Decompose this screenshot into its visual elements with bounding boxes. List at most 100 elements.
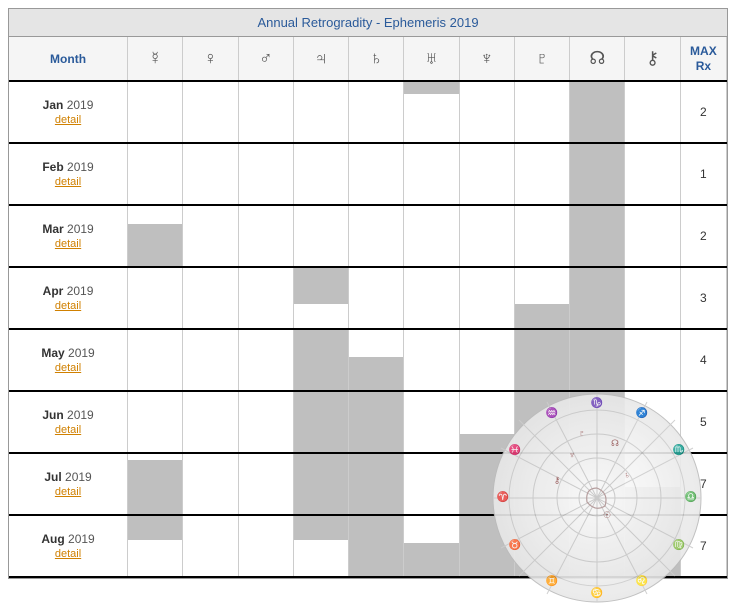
cell-feb-saturn — [349, 143, 404, 205]
month-cell-mar: Mar 2019 detail — [9, 205, 128, 267]
cell-mar-venus — [183, 205, 238, 267]
detail-link[interactable]: detail — [9, 114, 127, 126]
cell-feb-mars — [238, 143, 293, 205]
cell-jul-pluto — [514, 453, 569, 515]
cell-feb-venus — [183, 143, 238, 205]
cell-jul-neptune — [459, 453, 514, 515]
max-cell: 2 — [680, 81, 726, 143]
cell-feb-chiron — [625, 143, 680, 205]
cell-may-mercury — [128, 329, 183, 391]
cell-may-chiron — [625, 329, 680, 391]
neptune-icon: ♆ — [459, 37, 514, 81]
table-row: Feb 2019 detail 1 — [9, 143, 727, 205]
cell-aug-jupiter — [293, 515, 348, 577]
cell-jun-mars — [238, 391, 293, 453]
cell-apr-saturn — [349, 267, 404, 329]
cell-mar-pluto — [514, 205, 569, 267]
cell-aug-venus — [183, 515, 238, 577]
cell-aug-uranus — [404, 515, 459, 577]
cell-jun-venus — [183, 391, 238, 453]
month-cell-aug: Aug 2019 detail — [9, 515, 128, 577]
cell-jul-chiron — [625, 453, 680, 515]
svg-text:♋: ♋ — [591, 586, 603, 599]
cell-may-mars — [238, 329, 293, 391]
cell-feb-node — [570, 143, 625, 205]
cell-may-venus — [183, 329, 238, 391]
cell-jan-uranus — [404, 81, 459, 143]
cell-jan-mercury — [128, 81, 183, 143]
detail-link[interactable]: detail — [9, 176, 127, 188]
cell-jul-mercury — [128, 453, 183, 515]
max-cell: 7 — [680, 453, 726, 515]
cell-mar-chiron — [625, 205, 680, 267]
chiron-icon: ⚷ — [625, 37, 680, 81]
cell-jun-mercury — [128, 391, 183, 453]
cell-aug-mars — [238, 515, 293, 577]
cell-jan-jupiter — [293, 81, 348, 143]
retrogradity-table-container: Annual Retrogradity - Ephemeris 2019 Mon… — [8, 8, 728, 579]
cell-jun-chiron — [625, 391, 680, 453]
cell-may-pluto — [514, 329, 569, 391]
node-icon: ☊ — [570, 37, 625, 81]
table-row: Jan 2019 detail 2 — [9, 81, 727, 143]
cell-jun-jupiter — [293, 391, 348, 453]
cell-aug-saturn — [349, 515, 404, 577]
detail-link[interactable]: detail — [9, 486, 127, 498]
table-title: Annual Retrogradity - Ephemeris 2019 — [9, 9, 727, 37]
cell-mar-node — [570, 205, 625, 267]
month-cell-feb: Feb 2019 detail — [9, 143, 128, 205]
cell-jun-pluto — [514, 391, 569, 453]
saturn-icon: ♄ — [349, 37, 404, 81]
cell-may-uranus — [404, 329, 459, 391]
cell-jun-node — [570, 391, 625, 453]
cell-jan-venus — [183, 81, 238, 143]
max-cell: 1 — [680, 143, 726, 205]
detail-link[interactable]: detail — [9, 424, 127, 436]
cell-feb-pluto — [514, 143, 569, 205]
table-row: Jun 2019 detail 5 — [9, 391, 727, 453]
cell-mar-uranus — [404, 205, 459, 267]
header-month: Month — [9, 37, 128, 81]
cell-mar-mars — [238, 205, 293, 267]
cell-feb-mercury — [128, 143, 183, 205]
table-row: May 2019 detail 4 — [9, 329, 727, 391]
venus-icon: ♀ — [183, 37, 238, 81]
jupiter-icon: ♃ — [293, 37, 348, 81]
detail-link[interactable]: detail — [9, 548, 127, 560]
cell-jan-chiron — [625, 81, 680, 143]
max-cell: 7 — [680, 515, 726, 577]
uranus-icon: ♅ — [404, 37, 459, 81]
cell-feb-uranus — [404, 143, 459, 205]
max-cell: 5 — [680, 391, 726, 453]
cell-apr-uranus — [404, 267, 459, 329]
cell-jun-neptune — [459, 391, 514, 453]
cell-mar-mercury — [128, 205, 183, 267]
cell-jul-node — [570, 453, 625, 515]
cell-apr-venus — [183, 267, 238, 329]
cell-apr-mars — [238, 267, 293, 329]
detail-link[interactable]: detail — [9, 238, 127, 250]
cell-may-jupiter — [293, 329, 348, 391]
header-max-rx: MAX Rx — [680, 37, 726, 81]
cell-jul-venus — [183, 453, 238, 515]
month-cell-may: May 2019 detail — [9, 329, 128, 391]
cell-jun-uranus — [404, 391, 459, 453]
cell-jul-saturn — [349, 453, 404, 515]
max-cell: 4 — [680, 329, 726, 391]
cell-jul-jupiter — [293, 453, 348, 515]
cell-may-neptune — [459, 329, 514, 391]
detail-link[interactable]: detail — [9, 362, 127, 374]
retrogradity-table: Month ☿ ♀ ♂ ♃ ♄ ♅ ♆ ♇ ☊ ⚷ MAX Rx — [9, 37, 727, 578]
cell-jan-saturn — [349, 81, 404, 143]
cell-aug-pluto — [514, 515, 569, 577]
cell-jan-pluto — [514, 81, 569, 143]
max-cell: 2 — [680, 205, 726, 267]
pluto-icon: ♇ — [514, 37, 569, 81]
cell-aug-node — [570, 515, 625, 577]
cell-apr-jupiter — [293, 267, 348, 329]
cell-jan-mars — [238, 81, 293, 143]
detail-link[interactable]: detail — [9, 300, 127, 312]
cell-apr-mercury — [128, 267, 183, 329]
table-row: Apr 2019 detail 3 — [9, 267, 727, 329]
cell-mar-saturn — [349, 205, 404, 267]
